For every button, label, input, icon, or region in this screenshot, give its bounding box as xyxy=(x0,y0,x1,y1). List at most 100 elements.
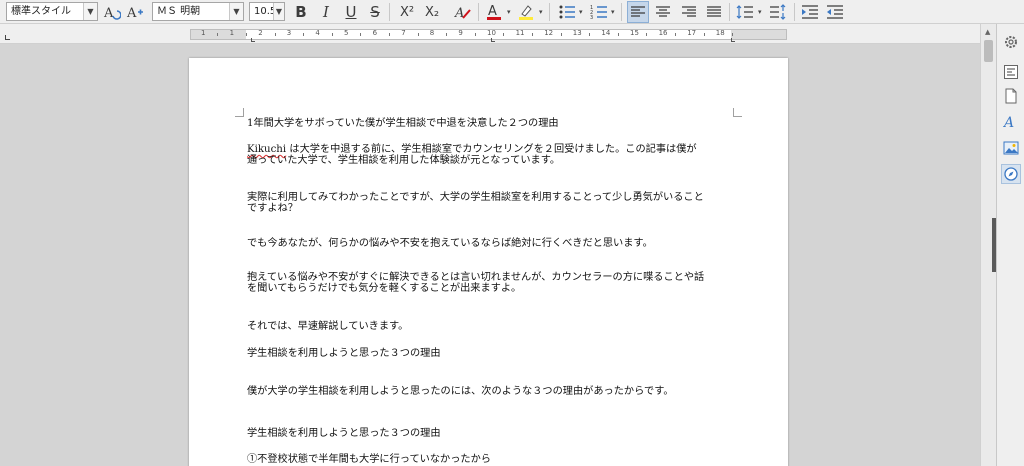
properties-icon[interactable] xyxy=(1001,62,1021,82)
ruler-tick xyxy=(446,33,448,36)
document-area[interactable]: 1年間大学をサボっていた僕が学生相談で中退を決意した２つの理由 Kikuchi は… xyxy=(0,44,996,466)
tab-stop-selector-icon[interactable] xyxy=(5,35,10,40)
document-page[interactable]: 1年間大学をサボっていた僕が学生相談で中退を決意した２つの理由 Kikuchi は… xyxy=(189,58,788,466)
chevron-down-icon[interactable]: ▾ xyxy=(579,8,583,16)
ruler-tick xyxy=(331,33,333,36)
ruler-tick xyxy=(646,33,648,36)
paragraph-line: Kikuchi は大学を中退する前に、学生相談室でカウンセリングを２回受けました… xyxy=(247,144,697,155)
document-paragraph[interactable]: 1年間大学をサボっていた僕が学生相談で中退を決意した２つの理由 xyxy=(247,118,727,129)
ruler-number: 13 xyxy=(572,29,582,37)
align-left-icon[interactable] xyxy=(627,1,649,23)
paragraph-style-value: 標準スタイル xyxy=(11,6,71,17)
ruler-tick xyxy=(617,33,619,36)
svg-text:A: A xyxy=(1003,115,1014,130)
toolbar-separator xyxy=(621,3,622,21)
paragraph-line: 学生相談を利用しようと思った３つの理由 xyxy=(247,348,441,359)
document-paragraph[interactable]: 学生相談を利用しようと思った３つの理由 xyxy=(247,348,727,359)
document-paragraph[interactable]: 僕が大学の学生相談を利用しようと思ったのには、次のような３つの理由があったからで… xyxy=(247,386,727,397)
font-color-icon[interactable]: A xyxy=(483,1,505,23)
toolbar-separator xyxy=(794,3,795,21)
chevron-down-icon[interactable]: ▾ xyxy=(758,8,762,16)
ruler-right-margin xyxy=(731,30,786,39)
indent-marker[interactable] xyxy=(251,38,255,42)
scrollbar-thumb[interactable] xyxy=(984,40,993,62)
ruler-left-margin xyxy=(191,30,246,39)
document-paragraph[interactable]: でも今あなたが、何らかの悩みや不安を抱えているならば絶対に行くべきだと思います。 xyxy=(247,238,727,249)
svg-text:A: A xyxy=(488,4,497,19)
page-icon[interactable] xyxy=(1001,86,1021,106)
highlight-icon[interactable] xyxy=(515,1,537,23)
ruler-tick xyxy=(474,33,476,36)
update-style-icon[interactable]: A xyxy=(101,1,123,23)
ruler-number: 16 xyxy=(658,29,668,37)
toolbar-separator xyxy=(478,3,479,21)
indent-marker[interactable] xyxy=(731,38,735,42)
underline-icon[interactable]: U xyxy=(340,1,362,23)
numbered-list-icon[interactable]: 123 xyxy=(588,1,610,23)
gallery-icon[interactable] xyxy=(1001,138,1021,158)
ruler-tick xyxy=(245,33,247,36)
font-size-combo[interactable]: 10.5 ▼ xyxy=(249,2,285,21)
paragraph-line: 1年間大学をサボっていた僕が学生相談で中退を決意した２つの理由 xyxy=(247,118,559,129)
strikethrough-label: S xyxy=(370,3,380,21)
ruler-number: 15 xyxy=(630,29,639,37)
ruler-tick xyxy=(703,33,705,36)
ruler-tick xyxy=(360,33,362,36)
svg-text:3: 3 xyxy=(590,15,593,20)
document-paragraph[interactable]: 抱えている悩みや不安がすぐに解決できるとは言い切れませんが、カウンセラーの方に喋… xyxy=(247,272,727,294)
ruler-number: 9 xyxy=(458,29,463,37)
superscript-icon[interactable]: X² xyxy=(396,1,418,23)
ruler-number: 14 xyxy=(601,29,611,37)
chevron-down-icon[interactable]: ▾ xyxy=(539,8,543,16)
ruler-bar: 1 1 2 3 4 5 6 7 8 9 10 11 12 13 14 15 16 17 18 xyxy=(0,24,996,44)
align-right-icon[interactable] xyxy=(678,1,700,23)
chevron-down-icon[interactable]: ▼ xyxy=(273,3,284,20)
ruler-tick xyxy=(388,33,390,36)
ruler-number: 12 xyxy=(544,29,554,37)
paragraph-line: それでは、早速解説していきます。 xyxy=(247,321,409,332)
font-name-combo[interactable]: ＭＳ 明朝 ▼ xyxy=(152,2,244,21)
paragraph-spacing-icon[interactable] xyxy=(767,1,789,23)
indent-marker[interactable] xyxy=(491,38,495,42)
bullet-list-icon[interactable] xyxy=(556,1,578,23)
increase-indent-icon[interactable] xyxy=(799,1,821,23)
document-paragraph[interactable]: それでは、早速解説していきます。 xyxy=(247,321,727,332)
chevron-down-icon[interactable]: ▾ xyxy=(507,8,511,16)
document-paragraph[interactable]: 実際に利用してみてわかったことですが、大学の学生相談室を利用することって少し勇気… xyxy=(247,192,727,214)
chevron-down-icon[interactable]: ▼ xyxy=(83,3,97,20)
document-paragraph[interactable]: ①不登校状態で半年間も大学に行っていなかったから xyxy=(247,454,727,465)
align-center-icon[interactable] xyxy=(652,1,674,23)
horizontal-ruler[interactable]: 1 1 2 3 4 5 6 7 8 9 10 11 12 13 14 15 16 17 18 xyxy=(190,29,787,42)
italic-label: I xyxy=(323,3,329,21)
ruler-tick xyxy=(274,33,276,36)
document-paragraph[interactable]: 学生相談を利用しようと思った３つの理由 xyxy=(247,428,727,439)
chevron-down-icon[interactable]: ▼ xyxy=(229,3,243,20)
ruler-tick xyxy=(674,33,676,36)
settings-icon[interactable] xyxy=(1001,32,1021,52)
strikethrough-icon[interactable]: S xyxy=(364,1,386,23)
ruler-number: 18 xyxy=(715,29,725,37)
underline-label: U xyxy=(345,3,357,21)
paragraph-line: を聞いてもらうだけでも気分を軽くすることが出来ますよ。 xyxy=(247,283,522,294)
ruler-tick xyxy=(589,33,591,36)
toolbar-separator xyxy=(549,3,550,21)
ruler-tick xyxy=(217,33,219,36)
scroll-up-icon[interactable]: ▲ xyxy=(985,28,990,36)
ruler-number: 7 xyxy=(401,29,406,37)
navigator-icon[interactable] xyxy=(1001,164,1021,184)
paragraph-style-combo[interactable]: 標準スタイル ▼ xyxy=(6,2,98,21)
italic-icon[interactable]: I xyxy=(315,1,337,23)
clear-formatting-icon[interactable]: A xyxy=(452,1,474,23)
document-paragraph[interactable]: Kikuchi は大学を中退する前に、学生相談室でカウンセリングを２回受けました… xyxy=(247,144,727,166)
chevron-down-icon[interactable]: ▾ xyxy=(611,8,615,16)
new-style-icon[interactable]: A xyxy=(124,1,146,23)
spellcheck-word[interactable]: Kikuchi xyxy=(247,144,286,155)
decrease-indent-icon[interactable] xyxy=(824,1,846,23)
svg-text:A: A xyxy=(454,6,464,20)
styles-icon[interactable]: A xyxy=(1001,112,1021,132)
bold-label: B xyxy=(295,3,307,21)
bold-icon[interactable]: B xyxy=(290,1,312,23)
subscript-icon[interactable]: X₂ xyxy=(421,1,443,23)
line-spacing-icon[interactable] xyxy=(734,1,756,23)
justify-icon[interactable] xyxy=(703,1,725,23)
